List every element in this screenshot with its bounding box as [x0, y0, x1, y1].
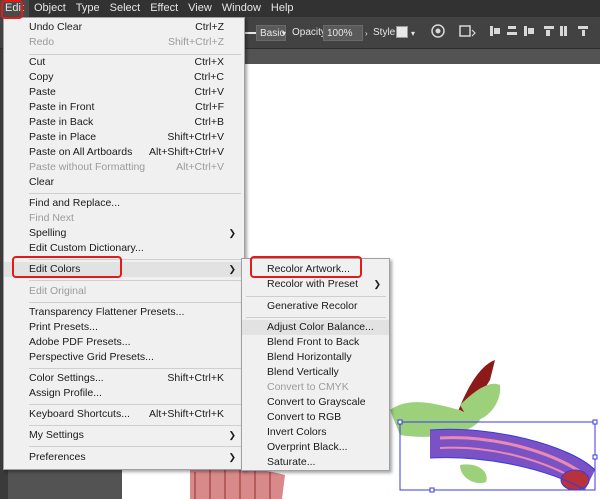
- edit-colors-submenu: Recolor Artwork... Recolor with Preset ❯ …: [241, 258, 390, 471]
- menu-item-keyboard-shortcuts[interactable]: Keyboard Shortcuts... Alt+Shift+Ctrl+K: [4, 407, 244, 422]
- menu-item-copy[interactable]: Copy Ctrl+C: [4, 70, 244, 85]
- menu-separator: [246, 296, 386, 297]
- menu-item-spelling[interactable]: Spelling ❯: [4, 226, 244, 241]
- menu-select[interactable]: Select: [105, 0, 146, 17]
- menu-item-edit-custom-dictionary[interactable]: Edit Custom Dictionary...: [4, 241, 244, 256]
- menu-window[interactable]: Window: [217, 0, 266, 17]
- chevron-down-icon: ▾: [282, 29, 287, 38]
- menu-separator: [29, 302, 241, 303]
- submenu-arrow-icon: ❯: [228, 228, 236, 238]
- submenu-arrow-icon: ❯: [228, 430, 236, 440]
- menu-item-convert-to-rgb[interactable]: Convert to RGB: [242, 410, 389, 425]
- menu-item-my-settings[interactable]: My Settings ❯: [4, 428, 244, 443]
- menu-item-assign-profile[interactable]: Assign Profile...: [4, 386, 244, 401]
- menu-item-blend-horizontally[interactable]: Blend Horizontally: [242, 350, 389, 365]
- submenu-arrow-icon: ❯: [373, 279, 381, 289]
- stroke-profile-line[interactable]: [244, 32, 256, 34]
- menu-item-paste[interactable]: Paste Ctrl+V: [4, 85, 244, 100]
- style-label: Style:: [373, 27, 399, 38]
- menu-item-generative-recolor[interactable]: Generative Recolor: [242, 299, 389, 314]
- menu-separator: [29, 280, 241, 281]
- menu-item-saturate[interactable]: Saturate...: [242, 455, 389, 470]
- highlight-edit-menu: [1, 0, 23, 19]
- menu-item-convert-to-grayscale[interactable]: Convert to Grayscale: [242, 395, 389, 410]
- chevron-right-icon[interactable]: ›: [365, 29, 368, 38]
- menu-help[interactable]: Help: [266, 0, 299, 17]
- submenu-arrow-icon: ❯: [228, 264, 236, 274]
- align-icon[interactable]: [488, 24, 600, 38]
- opacity-input[interactable]: 100%: [323, 25, 363, 41]
- menu-item-perspective-grid-presets[interactable]: Perspective Grid Presets...: [4, 350, 244, 365]
- menu-item-cut[interactable]: Cut Ctrl+X: [4, 55, 244, 70]
- highlight-edit-colors: [12, 256, 122, 278]
- menu-object[interactable]: Object: [29, 0, 71, 17]
- menu-item-redo: Redo Shift+Ctrl+Z: [29, 36, 224, 48]
- submenu-arrow-icon: ❯: [228, 452, 236, 462]
- menu-item-adjust-color-balance[interactable]: Adjust Color Balance...: [242, 320, 389, 335]
- menu-view[interactable]: View: [183, 0, 217, 17]
- menu-item-convert-to-cmyk: Convert to CMYK: [267, 381, 349, 393]
- menu-type[interactable]: Type: [71, 0, 105, 17]
- menu-item-invert-colors[interactable]: Invert Colors: [242, 425, 389, 440]
- graphic-style-swatch[interactable]: [396, 26, 408, 38]
- menu-item-find-and-replace[interactable]: Find and Replace...: [4, 196, 244, 211]
- chevron-down-icon: ▾: [411, 29, 416, 38]
- menu-separator: [29, 368, 241, 369]
- menu-item-paste-in-front[interactable]: Paste in Front Ctrl+F: [4, 100, 244, 115]
- menu-item-blend-front-to-back[interactable]: Blend Front to Back: [242, 335, 389, 350]
- menu-item-paste-on-all-artboards[interactable]: Paste on All Artboards Alt+Shift+Ctrl+V: [4, 145, 244, 160]
- menu-separator: [29, 404, 241, 405]
- menu-item-edit-original: Edit Original: [29, 285, 87, 297]
- menu-item-undo-clear[interactable]: Undo Clear Ctrl+Z: [4, 20, 244, 35]
- menu-item-clear[interactable]: Clear: [4, 175, 244, 190]
- menu-item-blend-vertically[interactable]: Blend Vertically: [242, 365, 389, 380]
- highlight-recolor-artwork: [250, 256, 362, 278]
- transform-icon[interactable]: [459, 24, 477, 38]
- edit-menu: Undo Clear Ctrl+Z Redo Shift+Ctrl+Z Cut Ctr…: [3, 17, 245, 470]
- menu-separator: [246, 317, 386, 318]
- menu-bar: Edit Object Type Select Effect View Wind…: [0, 0, 600, 17]
- globe-icon[interactable]: [431, 24, 445, 38]
- menu-item-paste-in-place[interactable]: Paste in Place Shift+Ctrl+V: [4, 130, 244, 145]
- menu-item-recolor-with-preset[interactable]: Recolor with Preset ❯: [242, 277, 389, 292]
- menu-item-transparency-flattener-presets[interactable]: Transparency Flattener Presets...: [4, 305, 244, 320]
- menu-item-color-settings[interactable]: Color Settings... Shift+Ctrl+K: [4, 371, 244, 386]
- menu-separator: [29, 446, 241, 447]
- menu-item-preferences[interactable]: Preferences ❯: [4, 450, 244, 465]
- menu-item-paste-in-back[interactable]: Paste in Back Ctrl+B: [4, 115, 244, 130]
- menu-effect[interactable]: Effect: [145, 0, 183, 17]
- menu-item-find-next: Find Next: [29, 212, 74, 224]
- menu-separator: [29, 425, 241, 426]
- menu-item-paste-without-formatting: Paste without Formatting Alt+Ctrl+V: [29, 161, 224, 173]
- menu-item-adobe-pdf-presets[interactable]: Adobe PDF Presets...: [4, 335, 244, 350]
- menu-item-print-presets[interactable]: Print Presets...: [4, 320, 244, 335]
- menu-separator: [29, 193, 241, 194]
- menu-item-overprint-black[interactable]: Overprint Black...: [242, 440, 389, 455]
